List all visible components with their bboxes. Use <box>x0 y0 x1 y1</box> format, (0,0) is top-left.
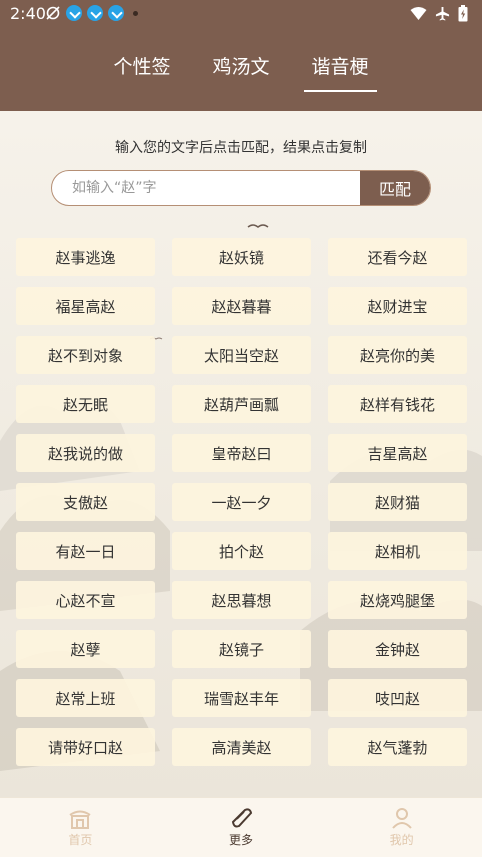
nav-more[interactable]: 更多 <box>161 798 322 857</box>
result-item[interactable]: 太阳当空赵 <box>172 336 311 374</box>
bottom-nav: 首页 更多 我的 <box>0 797 482 857</box>
result-item[interactable]: 赵财进宝 <box>328 287 467 325</box>
home-icon <box>69 810 91 829</box>
nav-home-label: 首页 <box>68 833 93 847</box>
result-item[interactable]: 还看今赵 <box>328 238 467 276</box>
result-item[interactable]: 赵不到对象 <box>16 336 155 374</box>
download-icon <box>87 5 103 21</box>
result-item[interactable]: 赵孽 <box>16 630 155 668</box>
notification-icons <box>45 5 138 21</box>
result-item[interactable]: 赵我说的做 <box>16 434 155 472</box>
system-icons <box>410 5 468 22</box>
result-item[interactable]: 高清美赵 <box>172 728 311 766</box>
status-bar: 2:40 <box>0 0 482 28</box>
download-icon <box>108 5 124 21</box>
result-item[interactable]: 赵事逃逸 <box>16 238 155 276</box>
result-item[interactable]: 赵思暮想 <box>172 581 311 619</box>
tab-bar: 个性签 鸡汤文 谐音梗 <box>0 52 482 92</box>
result-item[interactable]: 赵无眠 <box>16 385 155 423</box>
header: 2:40 个性签 鸡汤文 谐音梗 <box>0 0 482 111</box>
main-content: 输入您的文字后点击匹配，结果点击复制 匹配 赵事逃逸赵妖镜还看今赵福星高赵赵赵暮… <box>0 111 482 797</box>
result-item[interactable]: 有赵一日 <box>16 532 155 570</box>
search-bar: 匹配 <box>51 170 431 206</box>
nav-more-label: 更多 <box>229 833 254 847</box>
result-item[interactable]: 赵镜子 <box>172 630 311 668</box>
result-item[interactable]: 赵样有钱花 <box>328 385 467 423</box>
result-item[interactable]: 请带好口赵 <box>16 728 155 766</box>
nav-home[interactable]: 首页 <box>0 798 161 857</box>
result-item[interactable]: 瑞雪赵丰年 <box>172 679 311 717</box>
result-item[interactable]: 赵妖镜 <box>172 238 311 276</box>
result-item[interactable]: 心赵不宣 <box>16 581 155 619</box>
download-icon <box>66 5 82 21</box>
result-item[interactable]: 金钟赵 <box>328 630 467 668</box>
result-item[interactable]: 吱凹赵 <box>328 679 467 717</box>
match-button[interactable]: 匹配 <box>360 171 430 205</box>
result-item[interactable]: 赵相机 <box>328 532 467 570</box>
status-time: 2:40 <box>10 4 46 23</box>
result-item[interactable]: 赵烧鸡腿堡 <box>328 581 467 619</box>
instruction-text: 输入您的文字后点击匹配，结果点击复制 <box>115 140 367 156</box>
tab-chicken-soup[interactable]: 鸡汤文 <box>210 52 271 79</box>
result-item[interactable]: 赵财猫 <box>328 483 467 521</box>
more-notifications-dot-icon <box>133 10 138 16</box>
sync-off-icon <box>46 6 60 20</box>
tab-homophone-pun[interactable]: 谐音梗 <box>303 52 377 92</box>
result-item[interactable]: 皇帝赵曰 <box>172 434 311 472</box>
result-item[interactable]: 赵常上班 <box>16 679 155 717</box>
result-item[interactable]: 赵葫芦画瓢 <box>172 385 311 423</box>
results-grid: 赵事逃逸 赵妖镜 还看今赵福星高赵 赵赵暮暮 赵财进宝赵不到对象 太阳当空赵 赵亮你的美赵无… <box>16 238 467 766</box>
result-item[interactable]: 赵赵暮暮 <box>172 287 311 325</box>
result-item[interactable]: 拍个赵 <box>172 532 311 570</box>
search-input[interactable] <box>52 171 360 205</box>
nav-profile-label: 我的 <box>389 833 414 847</box>
result-item[interactable]: 福星高赵 <box>16 287 155 325</box>
scroll-icon <box>231 808 253 828</box>
battery-icon <box>458 5 468 22</box>
tab-signature[interactable]: 个性签 <box>111 52 172 79</box>
result-item[interactable]: 一赵一夕 <box>172 483 311 521</box>
wifi-icon <box>410 7 427 20</box>
nav-profile[interactable]: 我的 <box>321 798 482 857</box>
profile-icon <box>391 808 412 829</box>
result-item[interactable]: 赵亮你的美 <box>328 336 467 374</box>
result-item[interactable]: 吉星高赵 <box>328 434 467 472</box>
airplane-icon <box>435 6 450 21</box>
result-item[interactable]: 赵气蓬勃 <box>328 728 467 766</box>
result-item[interactable]: 支傲赵 <box>16 483 155 521</box>
